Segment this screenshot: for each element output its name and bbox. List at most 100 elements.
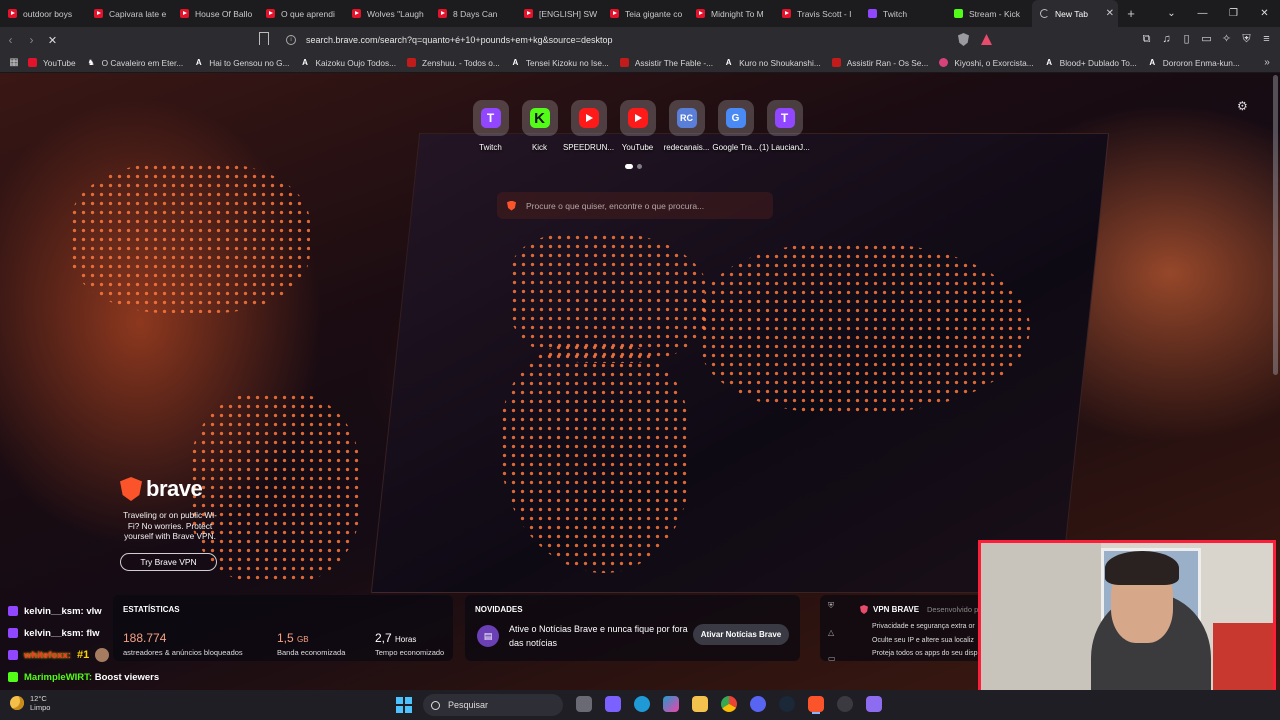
extension-icons: ⧉ ♫ ▯ ▭ ✧ ⛨ ≡ xyxy=(1140,32,1273,46)
tab[interactable]: Capivara late e xyxy=(86,0,172,27)
tab-search-icon[interactable]: ⌄ xyxy=(1156,8,1187,19)
extensions-icon[interactable]: ⧉ xyxy=(1140,32,1153,46)
rewards-tab-icon[interactable]: △ xyxy=(828,628,836,637)
teams-icon[interactable] xyxy=(605,696,621,712)
chat-message: kelvin__ksm: flw xyxy=(8,622,208,644)
bookmark-item[interactable]: A Dororon Enma-kun... xyxy=(1148,58,1239,68)
tab[interactable]: [ENGLISH] SW xyxy=(516,0,602,27)
site-info-icon[interactable]: i xyxy=(286,35,296,45)
vpn-feature-list: Privacidade e segurança extra or Oculte … xyxy=(872,620,977,661)
a-icon: A xyxy=(195,58,202,67)
twitch-icon xyxy=(8,650,18,660)
tab-active[interactable]: New Tab ✕ xyxy=(1032,0,1118,27)
bookmark-item[interactable]: Zenshuu. - Todos o... xyxy=(407,58,500,68)
more-bookmarks-icon[interactable]: » xyxy=(1254,57,1280,68)
enable-brave-news-button[interactable]: Ativar Notícias Brave xyxy=(693,624,789,645)
page-dot[interactable] xyxy=(625,164,633,169)
taskbar-search[interactable]: Pesquisar xyxy=(423,694,563,716)
news-icon: ▤ xyxy=(477,625,499,647)
chrome-icon[interactable] xyxy=(721,696,737,712)
vpn-tab-icon[interactable]: ⛨ xyxy=(828,601,836,611)
steam-icon[interactable] xyxy=(779,696,795,712)
brave-rewards-icon[interactable] xyxy=(981,34,992,45)
obs-icon[interactable] xyxy=(837,696,853,712)
discord-icon[interactable] xyxy=(750,696,766,712)
apps-grid-icon[interactable]: ▦ xyxy=(0,57,28,68)
tab[interactable]: Stream - Kick xyxy=(946,0,1032,27)
bookmark-item[interactable]: A Blood+ Dublado To... xyxy=(1045,58,1137,68)
kick-icon xyxy=(8,672,18,682)
bookmark-item[interactable]: YouTube xyxy=(28,58,76,68)
tab[interactable]: Twitch xyxy=(860,0,946,27)
search-input[interactable] xyxy=(526,200,756,211)
bookmark-item[interactable]: A Kaizoku Oujo Todos... xyxy=(300,58,396,68)
task-view-icon[interactable] xyxy=(576,696,592,712)
top-site-google-translate[interactable]: G Google Tra... xyxy=(712,100,759,152)
youtube-icon xyxy=(627,108,648,128)
bookmark-item[interactable]: A Kuro no Shoukanshi... xyxy=(724,58,821,68)
avatar xyxy=(95,648,110,662)
bookmark-item[interactable]: A Tensei Kizoku no Ise... xyxy=(511,58,608,68)
menu-icon[interactable]: ≡ xyxy=(1260,32,1273,46)
stat-bandwidth: 1,5 GB Banda economizada xyxy=(277,631,346,657)
search-box[interactable] xyxy=(497,192,773,219)
edge-icon[interactable] xyxy=(634,696,650,712)
tab[interactable]: outdoor boys xyxy=(0,0,86,27)
try-brave-vpn-button[interactable]: Try Brave VPN xyxy=(120,552,217,571)
brave-logo: brave xyxy=(120,476,220,502)
url-text[interactable]: search.brave.com/search?q=quanto+é+10+po… xyxy=(306,35,612,45)
sidebar-icon[interactable]: ▯ xyxy=(1180,32,1193,46)
tab[interactable]: Midnight To M xyxy=(688,0,774,27)
webcam-hair xyxy=(1105,551,1179,585)
new-tab-button[interactable]: + xyxy=(1118,6,1144,21)
page-dot[interactable] xyxy=(637,164,642,169)
close-tab-icon[interactable]: ✕ xyxy=(1106,8,1114,19)
copilot-icon[interactable] xyxy=(663,696,679,712)
bookmark-icon[interactable] xyxy=(259,32,269,45)
top-site-youtube[interactable]: YouTube xyxy=(619,100,656,152)
news-title: NOVIDADES xyxy=(475,605,523,614)
media-icon[interactable]: ♫ xyxy=(1160,32,1173,46)
browser-window: outdoor boys Capivara late e House Of Ba… xyxy=(0,0,1280,720)
twitch-icon: T xyxy=(480,108,501,128)
bookmark-item[interactable]: ♞ O Cavaleiro em Eter... xyxy=(87,58,184,68)
a-icon: A xyxy=(1046,58,1053,67)
tab[interactable]: 8 Days Can xyxy=(430,0,516,27)
brave-shields-icon[interactable] xyxy=(958,33,969,46)
tab[interactable]: Travis Scott - I xyxy=(774,0,860,27)
leo-ai-icon[interactable]: ✧ xyxy=(1220,32,1233,46)
start-button[interactable] xyxy=(396,697,412,713)
close-window-button[interactable]: ✕ xyxy=(1249,8,1280,19)
cards-tab-icon[interactable]: ▭ xyxy=(828,654,836,661)
forward-button[interactable]: › xyxy=(21,33,42,47)
tab[interactable]: Teia gigante co xyxy=(602,0,688,27)
minimize-button[interactable]: — xyxy=(1187,8,1218,19)
brave-browser-icon[interactable] xyxy=(808,696,824,712)
stop-loading-button[interactable]: ✕ xyxy=(42,34,63,47)
scrollbar[interactable] xyxy=(1273,75,1278,375)
top-sites-pager xyxy=(625,164,642,169)
weather-widget[interactable]: 12°C Limpo xyxy=(10,694,50,712)
wallet-icon[interactable]: ▭ xyxy=(1200,32,1213,46)
file-explorer-icon[interactable] xyxy=(692,696,708,712)
gear-icon[interactable]: ⚙ xyxy=(1237,99,1248,113)
tab[interactable]: House Of Ballo xyxy=(172,0,258,27)
bookmark-item[interactable]: A Hai to Gensou no G... xyxy=(194,58,290,68)
loading-spinner-icon xyxy=(1040,9,1049,18)
address-bar[interactable]: i search.brave.com/search?q=quanto+é+10+… xyxy=(280,30,950,50)
tab[interactable]: Wolves "Laugh xyxy=(344,0,430,27)
maximize-button[interactable]: ❐ xyxy=(1218,8,1249,19)
top-site-speedrun[interactable]: SPEEDRUN... xyxy=(563,100,614,152)
back-button[interactable]: ‹ xyxy=(0,33,21,47)
top-site-redecanais[interactable]: RC redecanais... xyxy=(664,100,709,152)
app-icon[interactable] xyxy=(866,696,882,712)
bookmark-item[interactable]: Assistir Ran - Os Se... xyxy=(831,58,928,68)
top-site-kick[interactable]: K Kick xyxy=(521,100,558,152)
bookmark-item[interactable]: Assistir The Fable -... xyxy=(619,58,713,68)
bookmark-item[interactable]: Kiyoshi, o Exorcista... xyxy=(939,58,1034,68)
map-north-america xyxy=(70,163,310,313)
top-site-twitch-channel[interactable]: T (1) LaucianJ... xyxy=(759,100,810,152)
vpn-icon[interactable]: ⛨ xyxy=(1240,32,1253,46)
tab[interactable]: O que aprendi xyxy=(258,0,344,27)
top-site-twitch[interactable]: T Twitch xyxy=(472,100,509,152)
